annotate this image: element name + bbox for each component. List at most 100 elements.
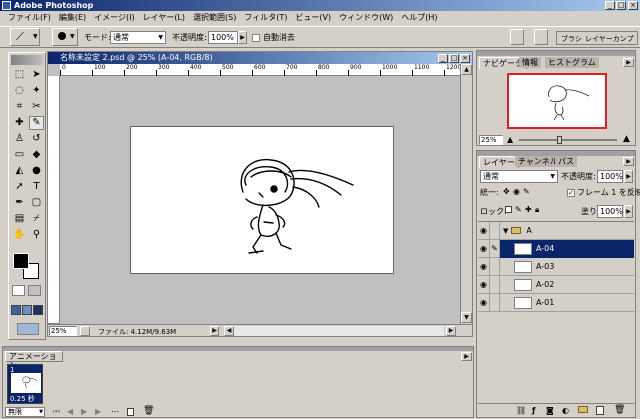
propagate-frame1-checkbox[interactable]: ✓ bbox=[567, 189, 575, 197]
navigator-zoom-field[interactable]: 25% bbox=[479, 135, 503, 145]
standard-mode-icon[interactable] bbox=[12, 285, 25, 296]
close-icon[interactable]: × bbox=[628, 1, 638, 10]
layer-mask-icon[interactable]: ◙ bbox=[546, 406, 554, 415]
crop-tool-icon[interactable]: ⌗ bbox=[12, 100, 27, 114]
fill-slider-button[interactable]: ▶ bbox=[624, 205, 633, 218]
eye-icon[interactable]: ◉ bbox=[478, 257, 490, 276]
scroll-up-icon[interactable]: ▲ bbox=[461, 64, 472, 75]
layer-link-slot[interactable] bbox=[490, 275, 500, 294]
zoom-out-icon[interactable]: ▲ bbox=[507, 135, 513, 144]
jump-to-imageready-icon[interactable] bbox=[17, 323, 39, 335]
layer-row[interactable]: ◉ A-01 bbox=[478, 293, 634, 312]
loop-select[interactable]: 無限 ▼ bbox=[5, 407, 45, 417]
link-layers-icon[interactable]: ⛓︎ bbox=[516, 406, 526, 415]
dodge-tool-icon[interactable]: ● bbox=[29, 164, 44, 178]
next-frame-icon[interactable]: ▶ bbox=[95, 407, 101, 416]
zoom-tool-icon[interactable]: ⚲ bbox=[29, 228, 44, 242]
eraser-tool-icon[interactable]: ▭ bbox=[12, 148, 27, 162]
eyedropper-tool-icon[interactable]: ⌿ bbox=[29, 212, 44, 226]
frame-delay[interactable]: 0.25 秒 bbox=[10, 394, 35, 404]
menu-item-1[interactable]: 編集(E) bbox=[55, 11, 90, 25]
scroll-right-icon[interactable]: ▶ bbox=[446, 326, 456, 336]
magic-wand-tool-icon[interactable]: ✦ bbox=[29, 84, 44, 98]
layer-group-row[interactable]: ◉ ▼ A bbox=[478, 221, 634, 240]
quickmask-mode-icon[interactable] bbox=[28, 285, 41, 296]
pen-tool-icon[interactable]: ✒ bbox=[12, 196, 27, 210]
type-tool-icon[interactable]: T bbox=[29, 180, 44, 194]
group-expand-icon[interactable]: ▼ bbox=[503, 227, 508, 235]
lasso-tool-icon[interactable]: ◌ bbox=[12, 84, 27, 98]
navigator-tab-1[interactable]: 情報 bbox=[519, 57, 541, 68]
menu-item-4[interactable]: 選択範囲(S) bbox=[189, 11, 240, 25]
path-selection-tool-icon[interactable]: ➚ bbox=[12, 180, 27, 194]
previous-frame-icon[interactable]: ◀ bbox=[67, 407, 73, 416]
document-canvas[interactable] bbox=[130, 126, 394, 274]
adjustment-layer-icon[interactable]: ◐ bbox=[562, 406, 569, 415]
layer-link-slot[interactable] bbox=[490, 257, 500, 276]
layer-opacity-slider-button[interactable]: ▶ bbox=[624, 170, 633, 183]
notes-tool-icon[interactable]: ▤ bbox=[12, 212, 27, 226]
auto-erase-checkbox[interactable] bbox=[252, 34, 260, 42]
brush-tool-icon[interactable]: ✎ bbox=[29, 116, 44, 130]
palette-toggle-button[interactable] bbox=[534, 29, 548, 45]
blend-mode-select[interactable]: 通常 ▼ bbox=[480, 170, 558, 183]
navigator-zoom-slider-thumb[interactable] bbox=[557, 136, 562, 144]
doc-close-icon[interactable]: × bbox=[460, 54, 470, 63]
menu-item-5[interactable]: フィルタ(T) bbox=[240, 11, 291, 25]
menu-item-2[interactable]: イメージ(I) bbox=[90, 11, 138, 25]
screen-mode-full-menu-icon[interactable] bbox=[22, 305, 32, 315]
doc-maximize-icon[interactable]: □ bbox=[449, 54, 459, 63]
horizontal-scrollbar[interactable] bbox=[234, 326, 444, 336]
brush-picker[interactable]: ▼ bbox=[52, 28, 78, 46]
doc-minimize-icon[interactable]: _ bbox=[438, 54, 448, 63]
screen-mode-full-icon[interactable] bbox=[33, 305, 43, 315]
menu-item-7[interactable]: ウィンドウ(W) bbox=[335, 11, 397, 25]
mode-select[interactable]: 通常 ▼ bbox=[110, 31, 166, 44]
trash-icon[interactable]: 🗑︎ bbox=[614, 405, 625, 415]
animation-menu-button[interactable]: ▶ bbox=[461, 352, 472, 361]
layer-row[interactable]: ◉ A-03 bbox=[478, 257, 634, 276]
lock-position-icon[interactable]: ✚ bbox=[525, 205, 532, 214]
animation-tab[interactable]: アニメーション bbox=[5, 351, 63, 370]
shape-tool-icon[interactable]: ▢ bbox=[29, 196, 44, 210]
new-layer-icon[interactable] bbox=[596, 406, 604, 415]
navigator-zoom-slider[interactable] bbox=[519, 139, 617, 141]
navigator-preview[interactable] bbox=[507, 73, 607, 129]
first-frame-icon[interactable]: ⏮︎ bbox=[53, 407, 60, 417]
screen-mode-standard-icon[interactable] bbox=[11, 305, 21, 315]
zoom-field[interactable]: 25% bbox=[49, 326, 77, 336]
tool-preset-picker[interactable]: ⟋ ▼ bbox=[10, 28, 40, 46]
zoom-in-icon[interactable]: ▲ bbox=[623, 134, 630, 144]
unify-position-icon[interactable]: ✥ bbox=[503, 187, 510, 196]
duplicate-frame-icon[interactable] bbox=[127, 408, 134, 416]
scroll-down-icon[interactable]: ▼ bbox=[461, 312, 472, 323]
navigator-menu-button[interactable]: ▶ bbox=[623, 58, 634, 67]
layer-style-icon[interactable]: ƒ bbox=[532, 406, 535, 415]
eye-icon[interactable]: ◉ bbox=[478, 221, 490, 240]
layer-row[interactable]: ◉ A-02 bbox=[478, 275, 634, 294]
palette-well-comps-tab[interactable]: レイヤーカンプ bbox=[585, 34, 634, 44]
vertical-scrollbar[interactable]: ▲ ▼ bbox=[460, 64, 472, 324]
eye-icon[interactable]: ◉ bbox=[478, 275, 490, 294]
opacity-slider-button[interactable]: ▶ bbox=[238, 31, 247, 44]
menu-item-3[interactable]: レイヤー(L) bbox=[139, 11, 189, 25]
history-brush-tool-icon[interactable]: ↺ bbox=[29, 132, 44, 146]
layers-tab-2[interactable]: パス bbox=[555, 156, 577, 167]
minimize-icon[interactable]: _ bbox=[605, 1, 615, 10]
unify-visibility-icon[interactable]: ◉ bbox=[513, 187, 520, 196]
healing-brush-tool-icon[interactable]: ✚ bbox=[12, 116, 27, 130]
new-group-icon[interactable] bbox=[578, 406, 588, 413]
layer-link-slot[interactable] bbox=[490, 293, 500, 312]
layer-opacity-field[interactable]: 100% bbox=[597, 170, 623, 183]
layer-link-slot[interactable]: ✎ bbox=[490, 239, 500, 258]
layer-row[interactable]: ◉ ✎ A-04 bbox=[478, 239, 634, 258]
palette-well-brush-tab[interactable]: ブラシ bbox=[561, 34, 582, 44]
tween-icon[interactable]: ⋯ bbox=[111, 407, 119, 416]
status-menu-button[interactable]: ▶ bbox=[210, 326, 219, 336]
hand-tool-icon[interactable]: ✋ bbox=[12, 228, 27, 242]
file-browser-button[interactable] bbox=[510, 29, 524, 45]
blur-tool-icon[interactable]: ◭ bbox=[12, 164, 27, 178]
play-icon[interactable]: ▶ bbox=[81, 407, 87, 416]
lock-transparency-icon[interactable] bbox=[505, 206, 512, 213]
animation-frame[interactable]: 1 0.25 秒 bbox=[7, 364, 43, 404]
